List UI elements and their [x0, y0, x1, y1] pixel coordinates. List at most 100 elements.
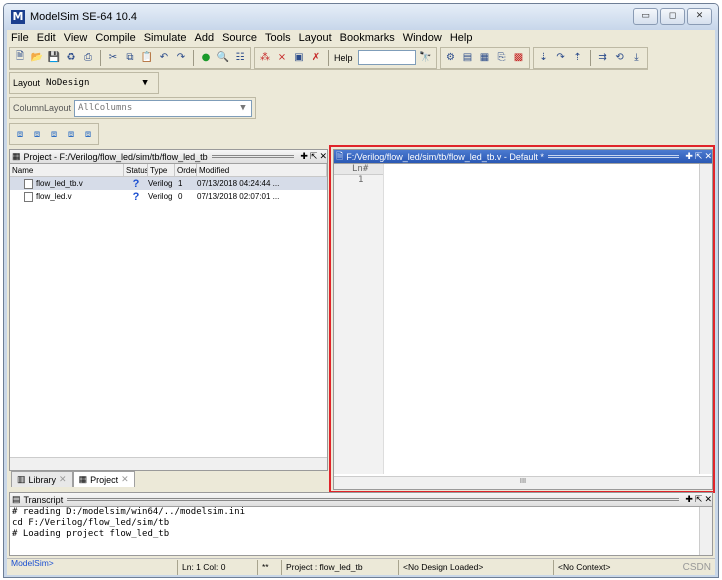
file-order: 1 — [178, 179, 183, 188]
column-layout-value: AllColumns — [78, 103, 133, 113]
verilog-file-icon — [24, 191, 33, 202]
paste-icon[interactable]: 📋 — [140, 51, 154, 65]
wave-icon[interactable]: ▤ — [461, 51, 475, 65]
zoom-in-icon[interactable]: ⧈ — [13, 127, 27, 141]
status-context: <No Context> — [553, 559, 651, 575]
zoom-out-icon[interactable]: ⧈ — [30, 127, 44, 141]
run-icon[interactable]: ▣ — [292, 51, 306, 65]
menu-view[interactable]: View — [64, 32, 88, 44]
project-icon: ▦ — [78, 474, 88, 484]
minimize-button[interactable]: ▭ — [633, 8, 658, 25]
undock-icon[interactable]: ⇱ — [310, 151, 318, 162]
transcript-vscrollbar[interactable] — [699, 507, 712, 555]
status-unknown-icon: ? — [132, 177, 140, 190]
status-bar: Ln: 1 Col: 0 ** Project : flow_led_tb <N… — [7, 558, 715, 577]
project-tabs: ▥ Library ✕ ▦ Project ✕ — [11, 471, 135, 487]
status-lncol: Ln: 1 Col: 0 — [177, 559, 257, 575]
file-modified: 07/13/2018 02:07:01 ... — [197, 192, 280, 201]
list-icon[interactable]: ▦ — [478, 51, 492, 65]
tab-library-label: Library — [28, 474, 57, 485]
open-folder-icon[interactable]: 📂 — [30, 51, 44, 65]
break-all-icon[interactable]: ⤓ — [630, 51, 644, 65]
toolbar-group-step: ⇣ ↷ ⇡ ⇉ ⟲ ⤓ — [532, 46, 648, 69]
restart-icon[interactable]: ⟲ — [613, 51, 627, 65]
undock-icon[interactable]: ⇱ — [695, 494, 703, 505]
dataflow-icon[interactable]: ⎘ — [495, 51, 509, 65]
status-unknown-icon: ? — [132, 190, 140, 203]
find-icon[interactable]: 🔍 — [216, 51, 230, 65]
memory-icon[interactable]: ▩ — [512, 51, 526, 65]
save-icon[interactable]: 💾 — [47, 51, 61, 65]
menu-compile[interactable]: Compile — [95, 32, 135, 44]
compile-icon[interactable]: ⁂ — [258, 51, 272, 65]
tab-library[interactable]: ▥ Library ✕ — [11, 471, 73, 487]
compile-all-icon[interactable]: ⨯ — [275, 51, 289, 65]
file-name: flow_led.v — [36, 191, 72, 201]
layout-select[interactable]: NoDesign ▼ — [43, 74, 154, 92]
window-title: ModelSim SE-64 10.4 — [30, 11, 137, 23]
undo-icon[interactable]: ↶ — [157, 51, 171, 65]
help-search-icon[interactable]: 🔭 — [419, 51, 433, 65]
menu-bookmarks[interactable]: Bookmarks — [340, 32, 395, 44]
status-design: <No Design Loaded> — [398, 559, 553, 575]
layout-value: NoDesign — [46, 78, 90, 88]
menu-help[interactable]: Help — [450, 32, 473, 44]
new-file-icon[interactable]: 🗎 — [13, 51, 27, 65]
zoom-fit-icon[interactable]: ⧈ — [47, 127, 61, 141]
stop-icon[interactable]: ● — [199, 51, 213, 65]
file-name: flow_led_tb.v — [36, 178, 83, 188]
menu-source[interactable]: Source — [222, 32, 257, 44]
menu-tools[interactable]: Tools — [265, 32, 291, 44]
menu-simulate[interactable]: Simulate — [144, 32, 187, 44]
file-row[interactable]: flow_led.v ? Verilog 0 07/13/2018 02:07:… — [10, 190, 327, 203]
columns-icon[interactable]: ☷ — [233, 51, 247, 65]
zoom-cursor-icon[interactable]: ⧈ — [64, 127, 78, 141]
menu-file[interactable]: File — [11, 32, 29, 44]
close-pane-icon[interactable]: ✕ — [704, 494, 712, 505]
dock-icon[interactable]: ✚ — [300, 151, 308, 162]
continue-icon[interactable]: ⇉ — [596, 51, 610, 65]
col-name[interactable]: Name — [10, 164, 124, 176]
step-out-icon[interactable]: ⇡ — [571, 51, 585, 65]
help-search-input[interactable] — [357, 50, 416, 65]
simulate-icon[interactable]: ⚙ — [444, 51, 458, 65]
chevron-down-icon: ▼ — [240, 103, 246, 113]
modelsim-logo-icon: M — [11, 10, 25, 24]
project-pane-title: Project - F:/Verilog/flow_led/sim/tb/flo… — [23, 151, 208, 162]
status-project: Project : flow_led_tb — [281, 559, 398, 575]
close-pane-icon[interactable]: ✕ — [319, 151, 327, 162]
menu-layout[interactable]: Layout — [299, 32, 332, 44]
transcript-line: # reading D:/modelsim/win64/../modelsim.… — [12, 507, 245, 517]
break-icon[interactable]: ✗ — [309, 51, 323, 65]
transcript-line: cd F:/Verilog/flow_led/sim/tb — [12, 518, 170, 528]
menu-window[interactable]: Window — [403, 32, 442, 44]
project-icon: ▦ — [12, 151, 21, 161]
column-layout-select[interactable]: AllColumns ▼ — [74, 99, 252, 117]
main-client: File Edit View Compile Simulate Add Sour… — [7, 30, 715, 577]
col-order[interactable]: Order — [175, 164, 197, 176]
menu-add[interactable]: Add — [195, 32, 215, 44]
maximize-button[interactable]: ◻ — [660, 8, 685, 25]
close-button[interactable]: ✕ — [687, 8, 712, 25]
col-type[interactable]: Type — [148, 164, 175, 176]
transcript-title: Transcript — [23, 494, 64, 505]
cut-icon[interactable]: ✂ — [106, 51, 120, 65]
copy-icon[interactable]: ⧉ — [123, 51, 137, 65]
print-icon[interactable]: ⎙ — [81, 51, 95, 65]
toolbar-group-help: ⁂ ⨯ ▣ ✗ Help 🔭 — [254, 46, 437, 69]
dock-icon[interactable]: ✚ — [685, 494, 693, 505]
file-row[interactable]: flow_led_tb.v ? Verilog 1 07/13/2018 04:… — [10, 177, 327, 190]
main-toolbar: 🗎 📂 💾 ♻ ⎙ ✂ ⧉ 📋 ↶ ↷ ● 🔍 ☷ ⁂ ⨯ ▣ ✗ Help 🔭… — [9, 46, 648, 70]
step-icon[interactable]: ⇣ — [537, 51, 551, 65]
project-hscrollbar[interactable] — [10, 457, 327, 470]
redo-icon[interactable]: ↷ — [174, 51, 188, 65]
reload-icon[interactable]: ♻ — [64, 51, 78, 65]
col-modified[interactable]: Modified — [197, 164, 327, 176]
help-label: Help — [334, 52, 353, 63]
col-status[interactable]: Status — [124, 164, 148, 176]
tab-project[interactable]: ▦ Project ✕ — [72, 471, 135, 487]
zoom-full-icon[interactable]: ⧈ — [81, 127, 95, 141]
project-column-header: Name Status Type Order Modified — [10, 164, 327, 177]
step-over-icon[interactable]: ↷ — [554, 51, 568, 65]
menu-edit[interactable]: Edit — [37, 32, 56, 44]
